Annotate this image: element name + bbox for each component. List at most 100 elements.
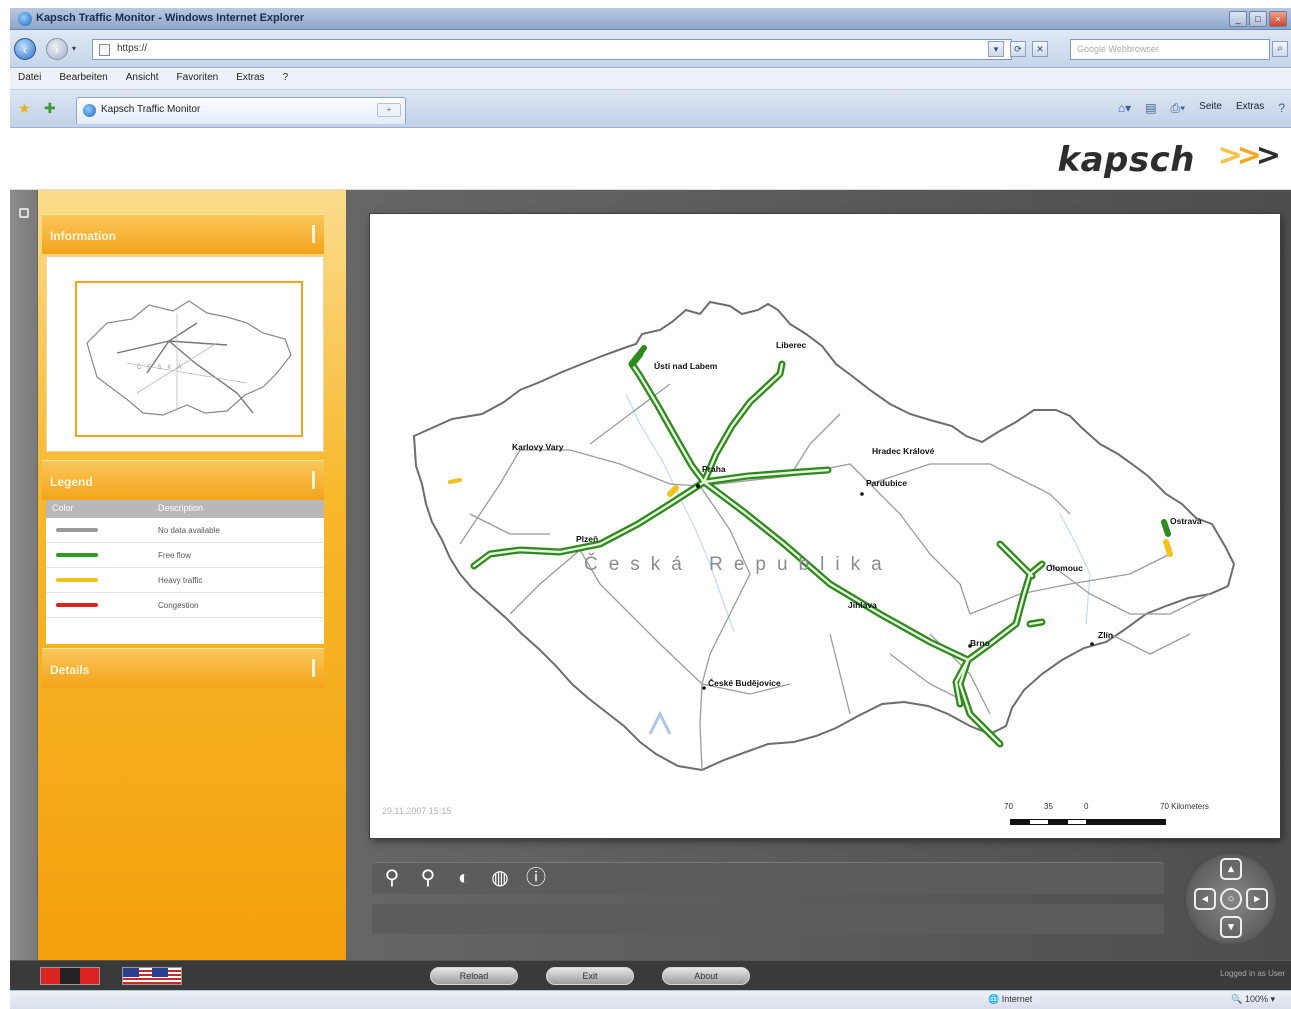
kapsch-logo: kapsch	[1057, 140, 1195, 180]
menu-item-file[interactable]: Datei	[18, 72, 41, 89]
add-favorite-icon[interactable]: ✚	[44, 100, 56, 117]
page-menu[interactable]: Seite	[1199, 101, 1222, 116]
window-title: Kapsch Traffic Monitor - Windows Interne…	[36, 12, 305, 24]
pan-navigation-pad: ▴ ◂ ○ ▸ ▾	[1184, 852, 1278, 946]
overview-viewport-frame[interactable]: ČESKÁ	[75, 281, 303, 437]
history-dropdown-icon[interactable]: ▾	[72, 44, 76, 53]
scale-label: 35	[1044, 802, 1053, 811]
menu-item-tools[interactable]: Extras	[236, 72, 264, 89]
legend-swatch-yellow	[56, 578, 98, 582]
window-titlebar: Kapsch Traffic Monitor - Windows Interne…	[10, 8, 1291, 30]
forward-icon[interactable]: ›	[46, 38, 68, 60]
legend-table: Color Description No data available Free…	[46, 500, 324, 644]
traffic-map[interactable]: Liberec Ústí nad Labem Karlovy Vary Prah…	[370, 214, 1280, 838]
maximize-icon[interactable]: □	[1249, 11, 1267, 27]
legend-label: Heavy traffic	[158, 575, 203, 585]
search-input[interactable]: Google Webbrowser	[1070, 39, 1270, 60]
menu-item-favorites[interactable]: Favoriten	[177, 72, 219, 89]
app-header: kapsch >>>	[10, 128, 1291, 190]
legend-swatch-red	[56, 603, 98, 607]
panel-header-details[interactable]: Details	[42, 648, 324, 688]
menu-bar: Datei Bearbeiten Ansicht Favoriten Extra…	[10, 68, 1291, 90]
language-german-flag-icon[interactable]	[40, 967, 100, 985]
security-zone: 🌐 Internet	[988, 994, 1033, 1004]
menu-item-edit[interactable]: Bearbeiten	[59, 72, 107, 89]
panel-toggle-icon[interactable]	[312, 225, 320, 243]
app-footer: Reload Exit About Logged in as User	[10, 960, 1291, 990]
legend-header-description: Description	[158, 503, 204, 513]
zoom-out-icon[interactable]: ⚲	[414, 864, 442, 892]
legend-label: Congestion	[158, 600, 199, 610]
url-input[interactable]: https://	[92, 39, 1012, 60]
dropdown-icon[interactable]: ▾	[988, 41, 1004, 57]
help-icon[interactable]: ?	[1278, 101, 1285, 116]
tools-menu[interactable]: Extras	[1236, 101, 1264, 116]
ie-logo-icon	[18, 12, 32, 26]
collapse-handle-icon[interactable]	[19, 208, 29, 218]
menu-item-view[interactable]: Ansicht	[126, 72, 159, 89]
menu-item-help[interactable]: ?	[283, 72, 289, 89]
info-icon[interactable]: ⓘ	[522, 864, 550, 892]
zoom-level[interactable]: 🔍 100% ▾	[1231, 994, 1275, 1005]
reset-view-icon[interactable]: ◐	[450, 864, 478, 892]
city-label: Jihlava	[848, 600, 877, 610]
feeds-icon[interactable]: ▤	[1145, 101, 1156, 116]
scale-bar-graphic	[1010, 819, 1166, 825]
minimize-icon[interactable]: _	[1229, 11, 1247, 27]
overview-map-icon: ČESKÁ	[86, 300, 292, 416]
globe-icon[interactable]: ◍	[486, 864, 514, 892]
city-label: České Budějovice	[708, 677, 781, 688]
panel-title-details: Details	[50, 663, 90, 677]
pan-center-icon[interactable]: ○	[1220, 888, 1242, 910]
panel-toggle-icon[interactable]	[312, 659, 320, 677]
legend-swatch-green	[56, 553, 98, 557]
address-bar: ‹ › ▾ https:// ▾ ⟳ ✕ Google Webbrowser ⌕	[10, 30, 1291, 68]
search-icon[interactable]: ⌕	[1272, 41, 1288, 57]
city-label: Zlín	[1098, 630, 1113, 640]
legend-header-color: Color	[52, 503, 74, 513]
back-icon[interactable]: ‹	[14, 38, 36, 60]
page-icon	[99, 44, 110, 56]
exit-button[interactable]: Exit	[546, 967, 634, 985]
pan-up-icon[interactable]: ▴	[1220, 858, 1242, 880]
print-icon[interactable]: ⎙▾	[1171, 101, 1186, 116]
scale-label: 70 Kilometers	[1160, 802, 1209, 811]
map-info-bar	[372, 904, 1164, 934]
legend-label: Free flow	[158, 550, 191, 560]
city-label: Hradec Králové	[872, 446, 935, 456]
city-label: Pardubice	[866, 478, 907, 488]
panel-header-overview[interactable]: Information	[42, 214, 324, 254]
city-label: Ústí nad Labem	[654, 360, 718, 371]
refresh-icon[interactable]: ⟳	[1010, 41, 1026, 57]
reload-button[interactable]: Reload	[430, 967, 518, 985]
home-icon[interactable]: ⌂▾	[1118, 101, 1131, 116]
pan-right-icon[interactable]: ▸	[1246, 888, 1268, 910]
language-english-flag-icon[interactable]	[122, 967, 182, 985]
kapsch-logo-arrows-icon: >>>	[1217, 138, 1281, 173]
close-icon[interactable]: ×	[1269, 11, 1287, 27]
panel-toggle-icon[interactable]	[312, 471, 320, 489]
new-tab-icon[interactable]: +	[377, 103, 401, 117]
czech-road-map[interactable]: Liberec Ústí nad Labem Karlovy Vary Prah…	[370, 214, 1280, 838]
window-controls: _ □ ×	[1229, 11, 1287, 27]
zoom-in-icon[interactable]: ⚲	[378, 864, 406, 892]
city-label: Brno	[970, 638, 990, 648]
url-text: https://	[117, 43, 148, 54]
about-button[interactable]: About	[662, 967, 750, 985]
city-label: Praha	[702, 464, 726, 474]
legend-row: No data available	[46, 518, 324, 543]
panel-title-legend: Legend	[50, 475, 93, 489]
tab-kapsch-traffic-monitor[interactable]: Kapsch Traffic Monitor +	[76, 97, 406, 124]
panel-header-legend[interactable]: Legend	[42, 460, 324, 500]
browser-status-bar: 🌐 Internet 🔍 100% ▾	[10, 990, 1291, 1009]
pan-down-icon[interactable]: ▾	[1220, 916, 1242, 938]
favorites-star-icon[interactable]: ★	[18, 100, 31, 117]
overview-map-panel: ČESKÁ	[46, 256, 324, 452]
legend-row: Free flow	[46, 543, 324, 568]
city-label: Olomouc	[1046, 563, 1083, 573]
pan-left-icon[interactable]: ◂	[1194, 888, 1216, 910]
sidebar-collapse-rail[interactable]	[10, 190, 38, 960]
panel-title-overview: Information	[50, 229, 116, 243]
legend-row: Congestion	[46, 593, 324, 618]
stop-icon[interactable]: ✕	[1032, 41, 1048, 57]
